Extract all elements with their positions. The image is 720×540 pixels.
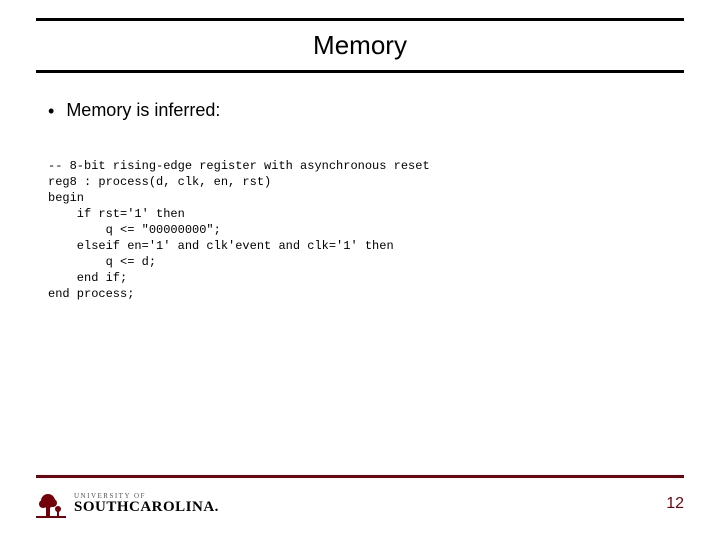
tree-icon [36,489,66,519]
rule-bottom [36,475,684,478]
code-block: -- 8-bit rising-edge register with async… [48,158,684,302]
slide-title: Memory [0,30,720,61]
logo-southcarolina: SOUTHCAROLINA. [74,500,219,515]
rule-mid [36,70,684,73]
page-number: 12 [666,495,684,513]
logo-text: UNIVERSITY OF SOUTHCAROLINA. [74,493,219,515]
bullet-text: Memory is inferred: [66,100,220,121]
rule-top [36,18,684,21]
footer: UNIVERSITY OF SOUTHCAROLINA. 12 [36,484,684,524]
university-logo: UNIVERSITY OF SOUTHCAROLINA. [36,489,219,519]
bullet-row: • Memory is inferred: [48,100,684,122]
bullet-dot-icon: • [48,100,54,122]
slide: Memory • Memory is inferred: -- 8-bit ri… [0,0,720,540]
